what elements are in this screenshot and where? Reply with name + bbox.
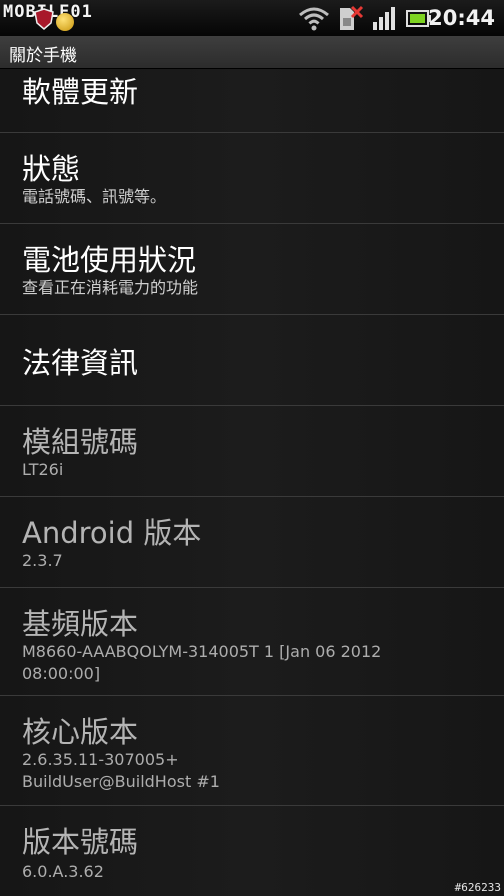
list-item-subtitle: 6.0.A.3.62 xyxy=(22,862,104,881)
list-item-subtitle: 2.3.7 xyxy=(22,551,63,570)
list-item-subtitle: 電話號碼、訊號等。 xyxy=(22,187,167,206)
list-item-subtitle: LT26i xyxy=(22,460,64,479)
list-item-title: 版本號碼 xyxy=(22,825,139,859)
list-item-kernel-version: 核心版本 2.6.35.11-307005+ BuildUser@BuildHo… xyxy=(0,696,504,806)
image-id-watermark: #626233 xyxy=(454,881,501,894)
list-item-title: 狀態 xyxy=(22,152,81,186)
list-item-title: 基頻版本 xyxy=(22,607,139,641)
list-item-android-version: Android 版本 2.3.7 xyxy=(0,497,504,588)
list-item-status[interactable]: 狀態 電話號碼、訊號等。 xyxy=(0,133,504,224)
list-item-baseband-version: 基頻版本 M8660-AAABQOLYM-314005T 1 [Jan 06 2… xyxy=(0,588,504,696)
notification-dot-icon xyxy=(56,13,74,31)
title-bar: 關於手機 xyxy=(0,36,504,69)
status-bar: MOBILE01 20:44 xyxy=(0,0,504,36)
list-item-model-number: 模組號碼 LT26i xyxy=(0,406,504,497)
list-item-build-number: 版本號碼 6.0.A.3.62 xyxy=(0,806,504,896)
shield-notification-icon xyxy=(34,8,54,30)
list-item-subtitle: 查看正在消耗電力的功能 xyxy=(22,278,199,297)
list-item-title: 軟體更新 xyxy=(22,75,139,109)
list-item-title: Android 版本 xyxy=(22,516,202,550)
clock: 20:44 xyxy=(428,6,495,30)
list-item-legal-info[interactable]: 法律資訊 xyxy=(0,315,504,406)
list-item-title: 模組號碼 xyxy=(22,425,139,459)
wifi-icon xyxy=(299,7,329,31)
list-item-title: 核心版本 xyxy=(22,715,139,749)
page-title: 關於手機 xyxy=(9,46,77,66)
list-item-title: 電池使用狀況 xyxy=(22,243,197,277)
list-item-battery-usage[interactable]: 電池使用狀況 查看正在消耗電力的功能 xyxy=(0,224,504,315)
settings-list: 軟體更新 狀態 電話號碼、訊號等。 電池使用狀況 查看正在消耗電力的功能 法律資… xyxy=(0,69,504,896)
list-item-title: 法律資訊 xyxy=(22,346,139,380)
list-item-software-update[interactable]: 軟體更新 xyxy=(0,69,504,133)
list-item-subtitle: M8660-AAABQOLYM-314005T 1 [Jan 06 2012 0… xyxy=(22,642,382,683)
list-item-subtitle: 2.6.35.11-307005+ BuildUser@BuildHost #1 xyxy=(22,750,220,791)
sim-card-error-icon xyxy=(340,5,364,30)
signal-bars-icon xyxy=(373,7,395,30)
